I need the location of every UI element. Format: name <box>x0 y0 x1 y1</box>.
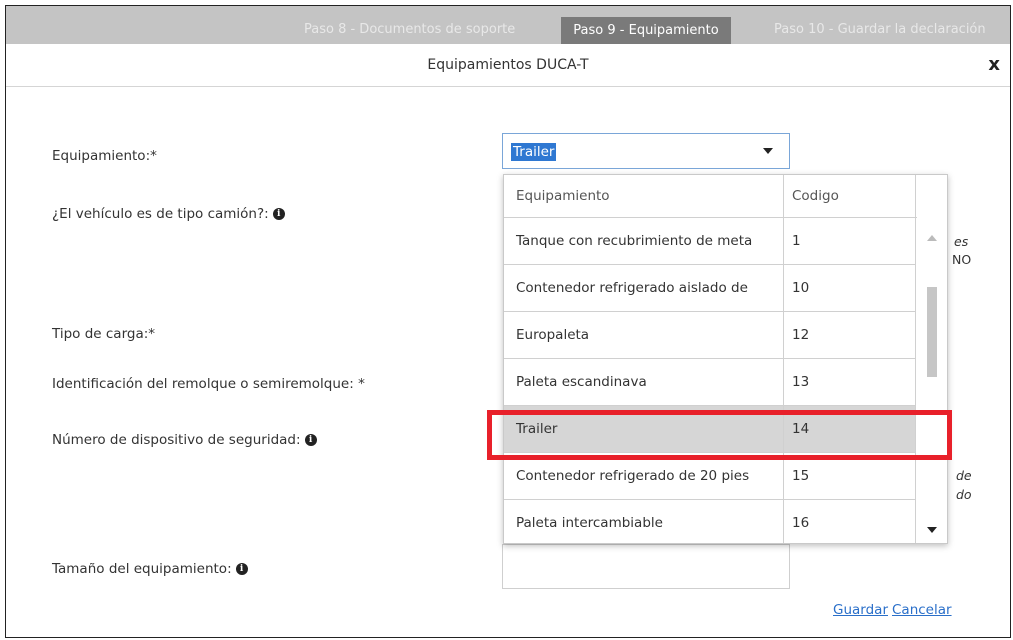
column-header-equipment: Equipamiento <box>504 175 784 217</box>
equipment-label-text: Equipamiento:* <box>52 148 157 164</box>
row-code: 16 <box>784 500 916 543</box>
row-equipment: Trailer <box>504 406 784 452</box>
chevron-down-icon[interactable] <box>763 148 773 154</box>
tab-step-10[interactable]: Paso 10 - Guardar la declaración <box>766 16 994 44</box>
row-code: 1 <box>784 218 916 264</box>
equipment-size-label: Tamaño del equipamiento: i <box>52 561 248 577</box>
dropdown-scrollbar[interactable] <box>917 217 947 543</box>
equipment-size-label-text: Tamaño del equipamiento: <box>52 561 232 577</box>
step-tab-bar: Paso 8 - Documentos de soporte Paso 9 - … <box>6 6 1010 44</box>
hidden-help-text: do <box>956 487 972 502</box>
tab-step-8[interactable]: Paso 8 - Documentos de soporte <box>296 16 523 44</box>
trailer-id-label-text: Identificación del remolque o semiremolq… <box>52 376 365 392</box>
trailer-id-label: Identificación del remolque o semiremolq… <box>52 376 365 392</box>
security-device-label: Número de dispositivo de seguridad: i <box>52 432 317 448</box>
cargo-type-label-text: Tipo de carga:* <box>52 326 156 342</box>
row-equipment: Europaleta <box>504 312 784 358</box>
row-code: 10 <box>784 265 916 311</box>
modal-header: Equipamientos DUCA-T x <box>6 44 1010 87</box>
row-code: 13 <box>784 359 916 405</box>
info-icon[interactable]: i <box>272 208 285 220</box>
equipment-dropdown: Equipamiento Codigo Tanque con recubrimi… <box>503 174 948 544</box>
row-code: 12 <box>784 312 916 358</box>
equipment-label: Equipamiento:* <box>52 148 157 164</box>
cancel-link[interactable]: Cancelar <box>892 602 952 618</box>
dropdown-row[interactable]: Tanque con recubrimiento de meta 1 <box>504 218 916 265</box>
row-equipment: Contenedor refrigerado aislado de <box>504 265 784 311</box>
hidden-help-text: NO <box>952 252 972 267</box>
column-header-code: Codigo <box>784 175 916 217</box>
row-equipment: Tanque con recubrimiento de meta <box>504 218 784 264</box>
scroll-up-icon[interactable] <box>927 235 937 241</box>
dropdown-row[interactable]: Paleta intercambiable 16 <box>504 500 916 543</box>
modal-window: Paso 8 - Documentos de soporte Paso 9 - … <box>5 5 1011 638</box>
security-device-label-text: Número de dispositivo de seguridad: <box>52 432 301 448</box>
cargo-type-label: Tipo de carga:* <box>52 326 155 342</box>
info-icon[interactable]: i <box>235 563 248 575</box>
dropdown-row[interactable]: Contenedor refrigerado aislado de 10 <box>504 265 916 312</box>
info-icon[interactable]: i <box>304 434 317 446</box>
scroll-thumb[interactable] <box>927 287 937 377</box>
equipment-select-value: Trailer <box>511 143 557 161</box>
row-equipment: Paleta escandinava <box>504 359 784 405</box>
dropdown-row-selected[interactable]: Trailer 14 <box>504 406 916 453</box>
dropdown-header: Equipamiento Codigo <box>504 175 947 218</box>
dropdown-row[interactable]: Europaleta 12 <box>504 312 916 359</box>
row-equipment: Contenedor refrigerado de 20 pies <box>504 453 784 499</box>
row-code: 15 <box>784 453 916 499</box>
tab-step-9[interactable]: Paso 9 - Equipamiento <box>561 17 731 44</box>
hidden-help-text: de <box>956 468 972 483</box>
truck-label: ¿El vehículo es de tipo camión?: i <box>52 206 285 222</box>
save-link[interactable]: Guardar <box>833 602 888 618</box>
truck-label-text: ¿El vehículo es de tipo camión?: <box>52 206 269 222</box>
modal-title: Equipamientos DUCA-T <box>427 57 589 73</box>
equipment-select[interactable]: Trailer <box>502 133 790 169</box>
close-icon[interactable]: x <box>988 44 1000 86</box>
dropdown-row[interactable]: Contenedor refrigerado de 20 pies 15 <box>504 453 916 500</box>
row-code: 14 <box>784 406 916 452</box>
equipment-size-input[interactable] <box>502 544 790 589</box>
row-equipment: Paleta intercambiable <box>504 500 784 543</box>
scroll-down-icon[interactable] <box>927 527 937 533</box>
dropdown-row[interactable]: Paleta escandinava 13 <box>504 359 916 406</box>
hidden-help-text: es <box>954 234 969 249</box>
